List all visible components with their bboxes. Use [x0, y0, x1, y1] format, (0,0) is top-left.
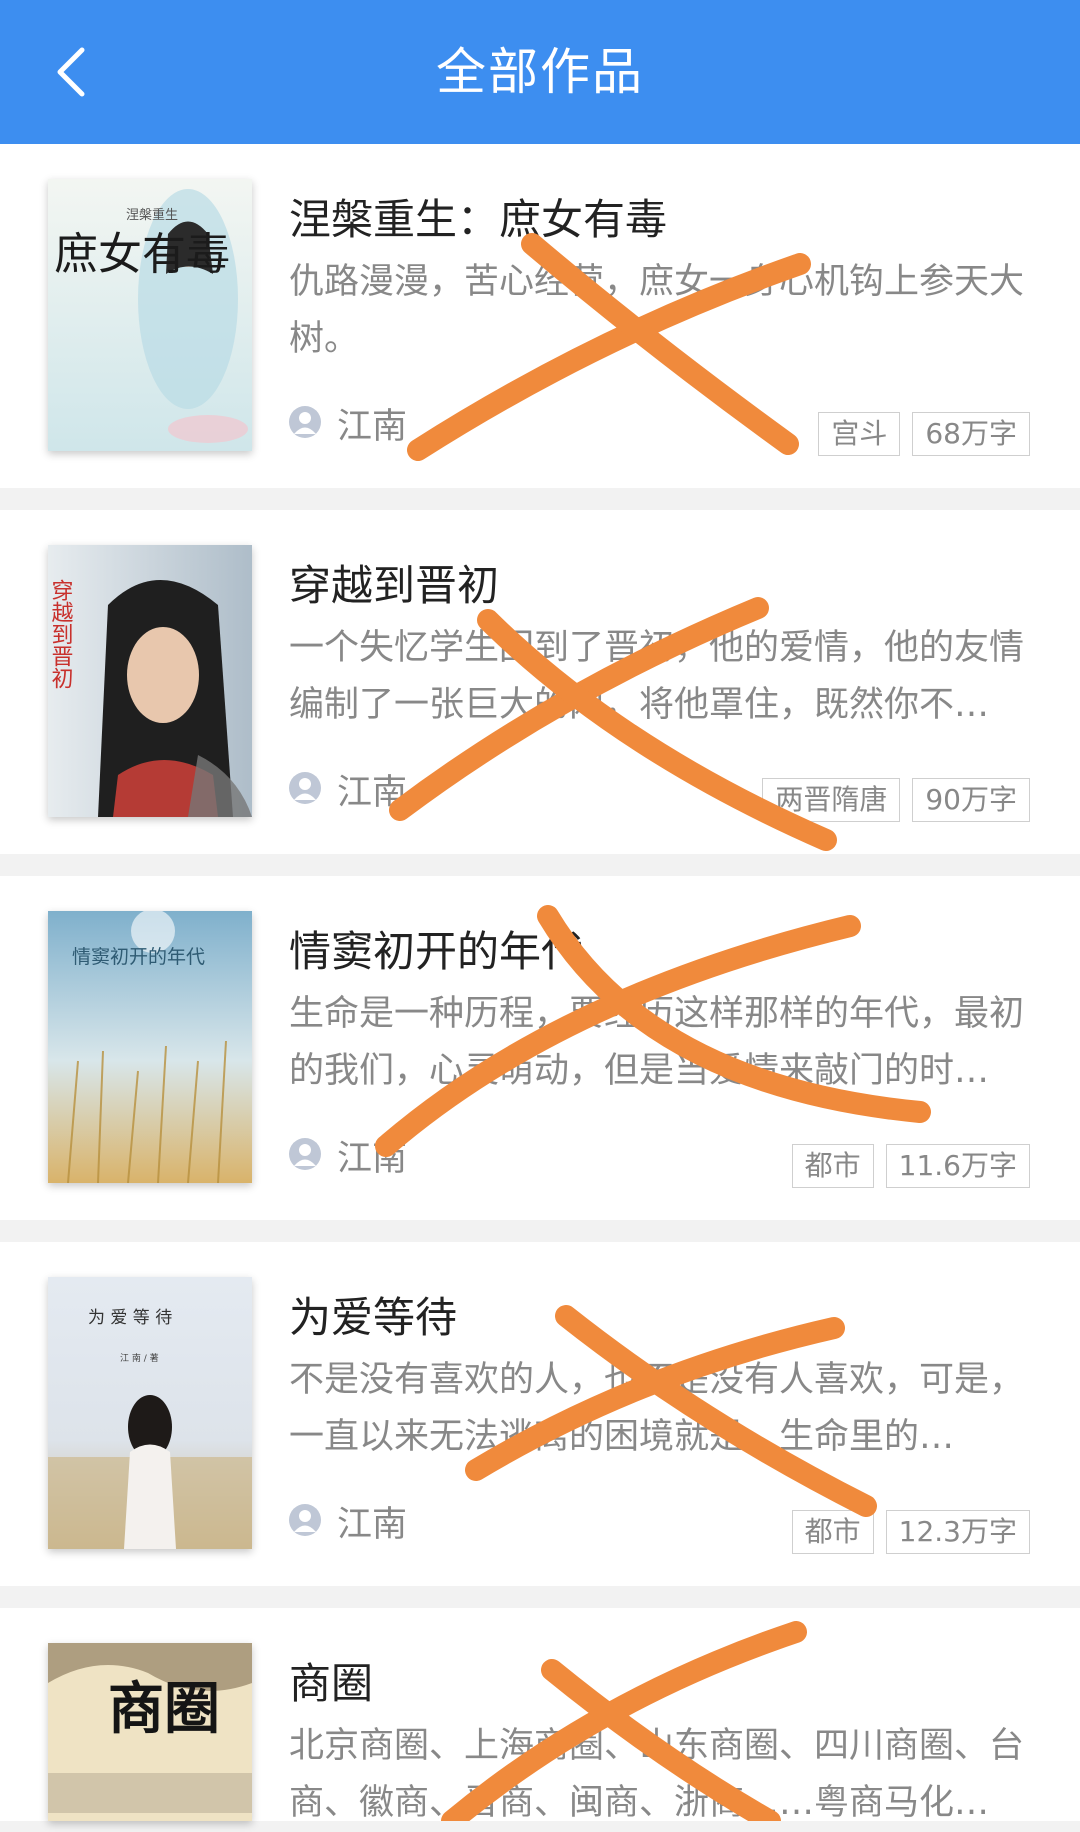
book-cover: 穿越到晋初	[48, 545, 252, 817]
tag-group: 两晋隋唐 90万字	[762, 778, 1030, 822]
book-cover: 情窦初开的年代	[48, 911, 252, 1183]
cover-subtitle-text: 涅槃重生	[126, 207, 178, 223]
book-item[interactable]: 商圈 商圈 北京商圈、上海商圈、山东商圈、四川商圈、台商、徽商、晋商、闽商、浙商…	[0, 1608, 1080, 1823]
app-header: 全部作品	[0, 0, 1080, 144]
book-item[interactable]: 庶女有毒 涅槃重生 涅槃重生：庶女有毒 仇路漫漫，苦心经营，庶女一身心机钩上参天…	[0, 144, 1080, 488]
author-avatar-icon	[289, 772, 321, 804]
category-tag: 宫斗	[818, 412, 901, 456]
book-title: 为爱等待	[289, 1293, 458, 1342]
tag-group: 都市 11.6万字	[791, 1144, 1030, 1188]
book-title: 情窦初开的年代	[289, 927, 584, 976]
cover-title-text: 商圈	[108, 1676, 220, 1742]
author-name: 江南	[337, 1505, 408, 1545]
book-description: 一个失忆学生回到了晋初，他的爱情，他的友情编制了一张巨大的网，将他罩住，既然你不…	[289, 628, 1025, 725]
book-description: 仇路漫漫，苦心经营，庶女一身心机钩上参天大树。	[289, 262, 1025, 359]
wordcount-tag: 90万字	[912, 778, 1030, 822]
cover-title-text: 为 爱 等 待	[88, 1308, 172, 1328]
author-avatar-icon	[289, 1504, 321, 1536]
book-description: 北京商圈、上海商圈、山东商圈、四川商圈、台商、徽商、晋商、闽商、浙商……粤商马化…	[289, 1726, 1025, 1823]
cover-title-text: 穿越到晋初	[48, 579, 74, 689]
author-name: 江南	[337, 407, 408, 447]
book-title: 涅槃重生：庶女有毒	[289, 195, 668, 244]
cover-subtitle-text: 江 南 / 著	[120, 1352, 159, 1364]
book-cover: 商圈	[48, 1643, 252, 1821]
book-title: 穿越到晋初	[289, 561, 500, 610]
tag-group: 都市 12.3万字	[791, 1510, 1030, 1554]
book-cover: 庶女有毒 涅槃重生	[48, 179, 252, 451]
category-tag: 都市	[791, 1144, 874, 1188]
author-name: 江南	[337, 773, 408, 813]
tag-group: 宫斗 68万字	[818, 412, 1030, 456]
book-description: 不是没有喜欢的人，也不是没有人喜欢，可是，一直以来无法逃离的困境就是，生命里的…	[289, 1360, 1025, 1457]
wordcount-tag: 11.6万字	[885, 1144, 1030, 1188]
category-tag: 都市	[791, 1510, 874, 1554]
page-title: 全部作品	[436, 43, 644, 101]
category-tag: 两晋隋唐	[762, 778, 901, 822]
cover-title-text: 情窦初开的年代	[72, 946, 205, 968]
author-avatar-icon	[289, 1138, 321, 1170]
book-cover: 为 爱 等 待 江 南 / 著	[48, 1277, 252, 1549]
book-item[interactable]: 为 爱 等 待 江 南 / 著 为爱等待 不是没有喜欢的人，也不是没有人喜欢，可…	[0, 1242, 1080, 1586]
book-title: 商圈	[289, 1659, 374, 1708]
book-item[interactable]: 穿越到晋初 穿越到晋初 一个失忆学生回到了晋初，他的爱情，他的友情编制了一张巨大…	[0, 510, 1080, 854]
book-description: 生命是一种历程，要经历这样那样的年代，最初的我们，心灵萌动，但是当爱情来敲门的时…	[289, 994, 1025, 1091]
author-avatar-icon	[289, 406, 321, 438]
cover-title-text: 庶女有毒	[54, 229, 230, 280]
wordcount-tag: 12.3万字	[885, 1510, 1030, 1554]
wordcount-tag: 68万字	[912, 412, 1030, 456]
author-name: 江南	[337, 1139, 408, 1179]
book-item[interactable]: 情窦初开的年代 情窦初开的年代 生命是一种历程，要经历这样那样的年代，最初的我们…	[0, 876, 1080, 1220]
